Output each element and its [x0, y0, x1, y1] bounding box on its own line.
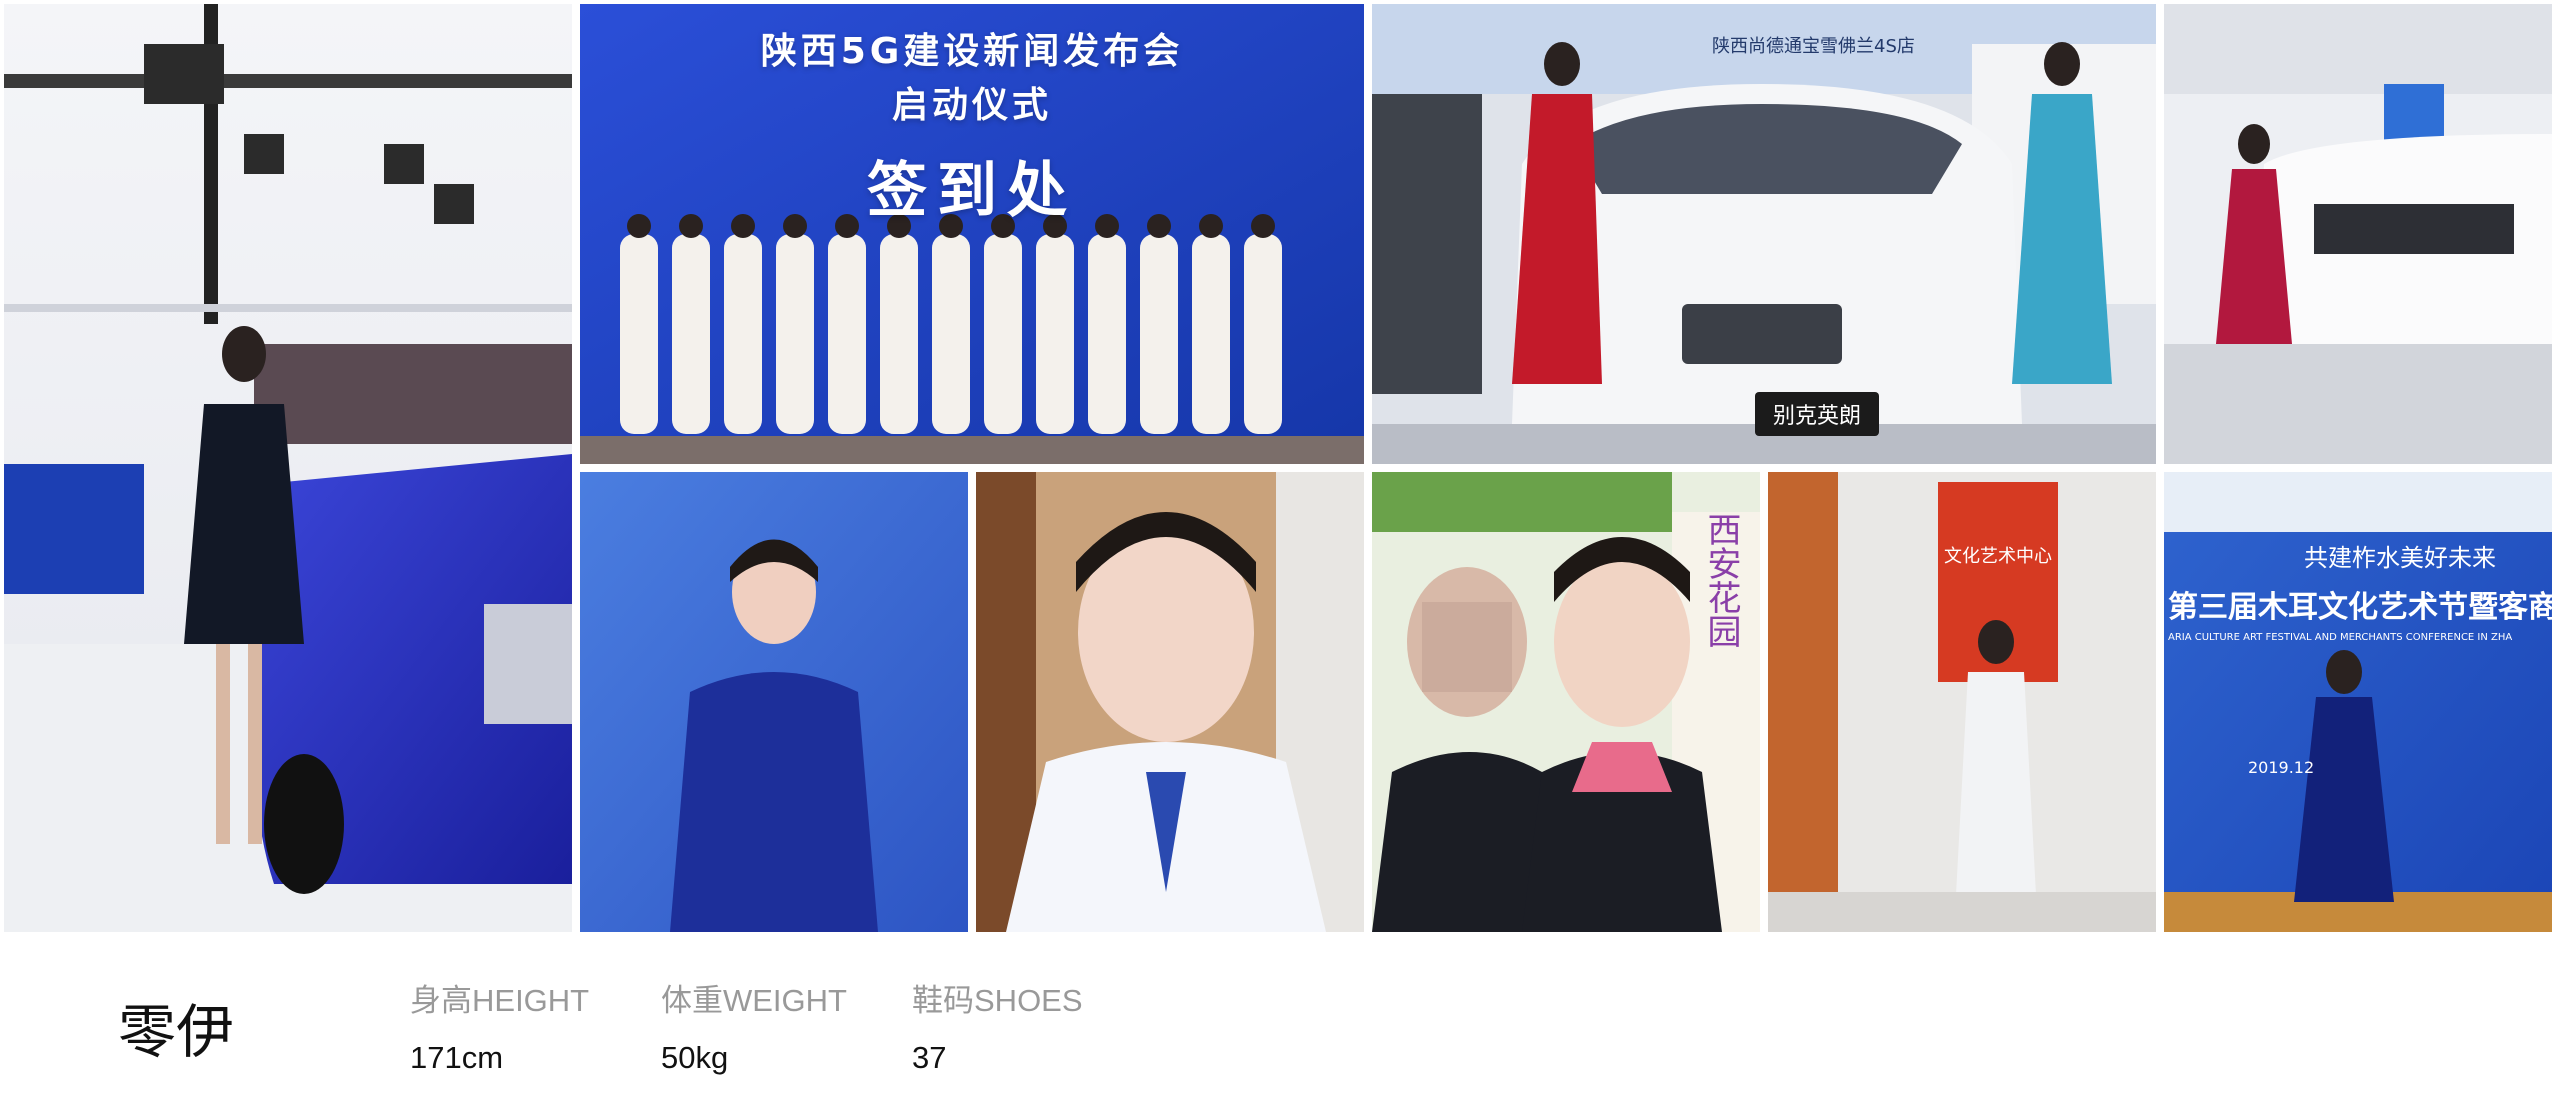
stat-shoes-value: 37: [912, 1040, 947, 1075]
model-name: 零伊: [118, 998, 235, 1066]
car-show-image: [4, 4, 572, 932]
culture-center-sign: 文化艺术中心: [1944, 546, 2052, 567]
photo-culture-center-qipao[interactable]: 文化艺术中心: [1768, 472, 2156, 932]
festival-subtitle: ARIA CULTURE ART FESTIVAL AND MERCHANTS …: [2168, 632, 2513, 643]
model-info-bar: 零伊 身高HEIGHT 171cm 体重WEIGHT 50kg 鞋码SHOES …: [0, 935, 2556, 1116]
press-banner-line2: 启动仪式: [891, 85, 1052, 126]
stat-shoes: 鞋码SHOES 37: [912, 975, 1083, 1076]
press-banner-signin: 签到处: [867, 156, 1077, 226]
stat-height-label: 身高HEIGHT: [410, 983, 590, 1018]
photo-auto-show-red-gown[interactable]: [2164, 4, 2552, 464]
auto-show-red-gown-image: [2164, 4, 2552, 464]
photo-festival-stage[interactable]: 共建柞水美好未来 第三届木耳文化艺术节暨客商 ARIA CULTURE ART …: [2164, 472, 2552, 932]
photo-two-women-selfie[interactable]: 西安花园: [1372, 472, 1760, 932]
photo-auto-show-white-car[interactable]: 陕西尚德通宝雪佛兰4S店 别克英朗: [1372, 4, 2156, 464]
festival-slogan: 共建柞水美好未来: [2304, 544, 2496, 572]
stat-height: 身高HEIGHT 171cm: [410, 975, 589, 1076]
photo-blue-dress-portrait[interactable]: [580, 472, 968, 932]
photo-qipao-selfie[interactable]: [976, 472, 1364, 932]
blue-dress-image: [580, 472, 968, 932]
photo-gallery: 陕西5G建设新闻发布会 启动仪式 签到处 陕西尚德通宝雪佛兰4S店 别克英朗 西…: [0, 0, 2556, 935]
press-banner-line1: 陕西5G建设新闻发布会: [760, 31, 1184, 72]
stat-weight: 体重WEIGHT 50kg: [661, 975, 847, 1076]
culture-center-image: [1768, 472, 2156, 932]
dealer-sign: 陕西尚德通宝雪佛兰4S店: [1712, 36, 1915, 57]
festival-date: 2019.12: [2248, 758, 2315, 777]
photo-car-show-blue-car[interactable]: [4, 4, 572, 932]
stat-height-value: 171cm: [410, 1040, 504, 1075]
car-plate: 别克英朗: [1755, 392, 1880, 436]
qipao-selfie-image: [976, 472, 1364, 932]
vertical-sign: 西安花园: [1701, 512, 1741, 648]
festival-title: 第三届木耳文化艺术节暨客商: [2168, 590, 2552, 625]
stat-weight-label: 体重WEIGHT: [661, 983, 847, 1018]
stat-shoes-label: 鞋码SHOES: [912, 983, 1083, 1018]
stat-weight-value: 50kg: [661, 1040, 729, 1075]
photo-press-conference[interactable]: 陕西5G建设新闻发布会 启动仪式 签到处: [580, 4, 1364, 464]
